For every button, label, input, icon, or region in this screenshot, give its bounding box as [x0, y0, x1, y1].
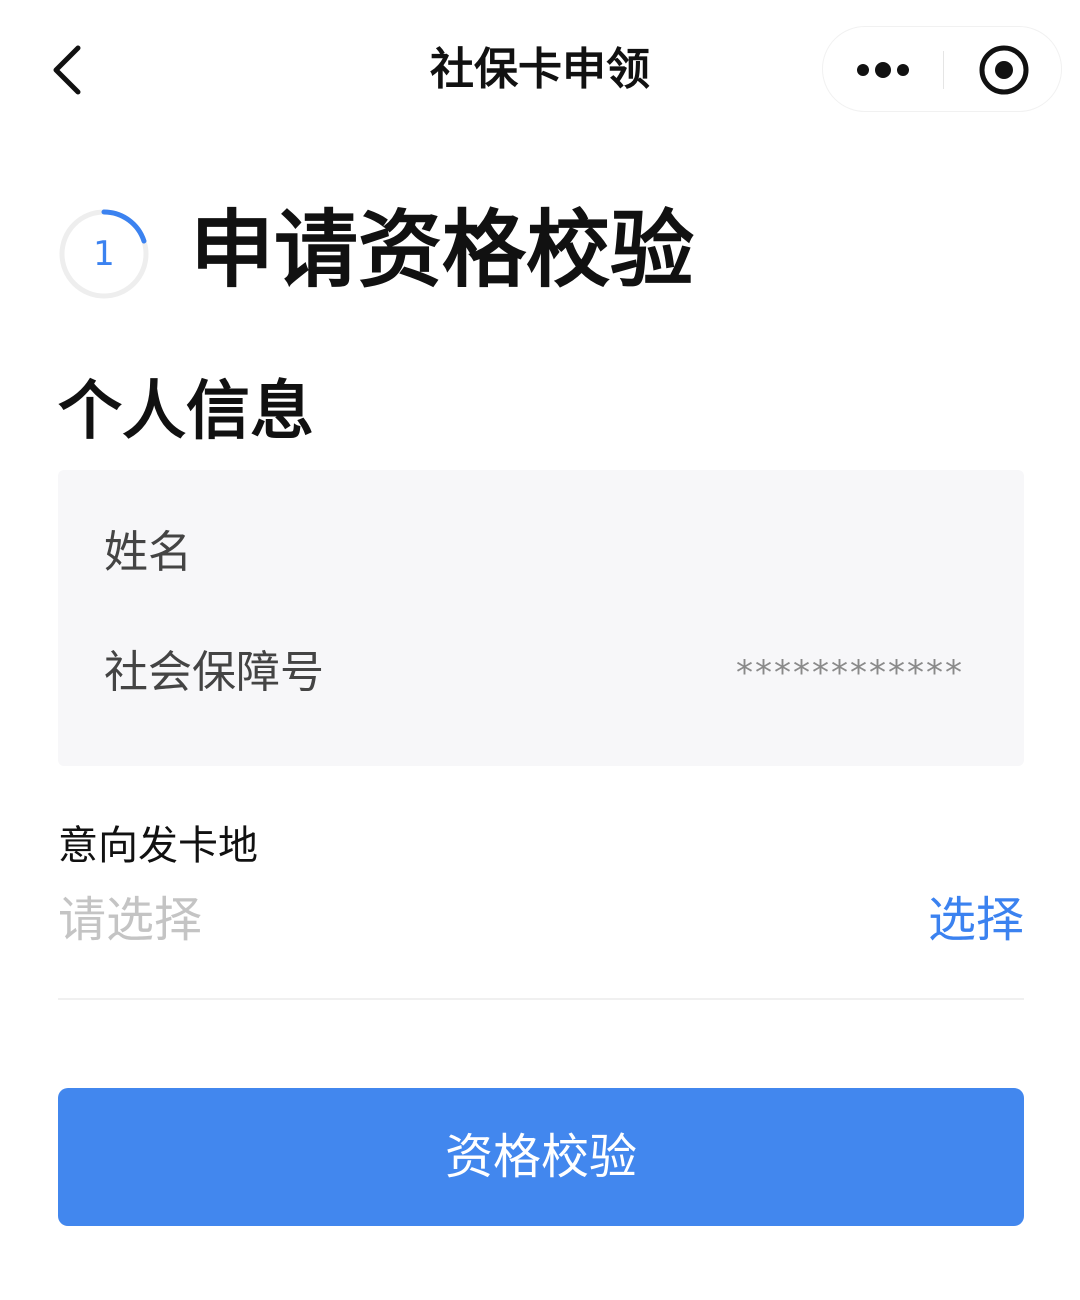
ssn-label: 社会保障号 — [104, 647, 324, 698]
close-button[interactable] — [944, 27, 1063, 113]
capsule-menu — [822, 26, 1062, 112]
step-number: 1 — [93, 234, 115, 274]
card-location-label: 意向发卡地 — [58, 823, 258, 869]
more-button[interactable] — [823, 27, 943, 113]
card-location-input[interactable] — [58, 880, 758, 960]
ssn-row: 社会保障号 ************ — [58, 638, 1024, 708]
personal-info-card: 姓名 社会保障号 ************ — [58, 470, 1024, 766]
eligibility-check-button[interactable]: 资格校验 — [58, 1088, 1024, 1226]
ssn-value: ************ — [736, 653, 964, 693]
card-location-select-button[interactable]: 选择 — [928, 880, 1024, 960]
name-label: 姓名 — [104, 527, 192, 578]
back-button[interactable] — [36, 38, 96, 102]
step-indicator: 1 — [56, 206, 152, 302]
divider — [58, 998, 1024, 1000]
more-dots-icon — [857, 62, 909, 78]
name-row: 姓名 — [58, 518, 1024, 588]
step-title: 申请资格校验 — [190, 201, 695, 299]
page: 社保卡申领 1 申请资格校验 个人信息 姓名 社会保障号 ***********… — [0, 0, 1080, 1300]
navigation-bar: 社保卡申领 — [0, 0, 1080, 140]
target-close-icon — [979, 45, 1028, 95]
chevron-left-icon — [53, 45, 81, 95]
nav-title: 社保卡申领 — [430, 44, 650, 95]
card-location-row: 选择 — [58, 880, 1024, 960]
section-title-personal-info: 个人信息 — [58, 375, 314, 449]
